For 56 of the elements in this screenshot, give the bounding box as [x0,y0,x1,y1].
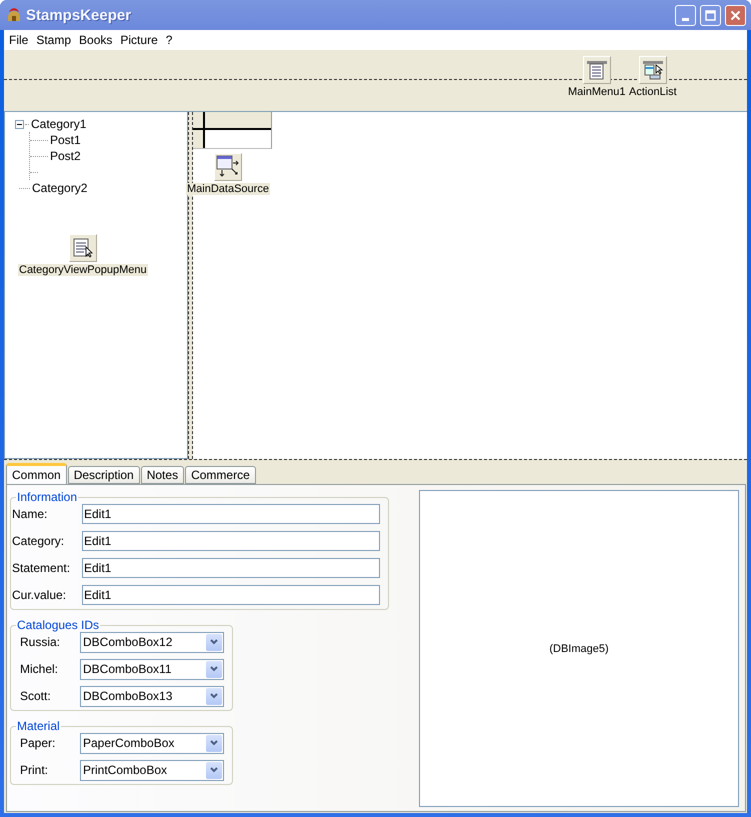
tab[interactable]: Notes [140,466,184,484]
text-field[interactable]: Edit1 [82,504,380,524]
menu-item[interactable]: Picture [116,33,162,47]
field-label: Cur.value: [12,588,68,602]
popup-menu-icon [72,237,94,259]
data-source-icon [216,155,240,179]
menu-item[interactable]: File [5,33,32,47]
component-icon-tile[interactable] [68,234,97,262]
menu-item[interactable]: Books [75,33,116,47]
field-label: Paper: [19,736,56,750]
group-title: Information [16,490,78,504]
menu-item[interactable]: Stamp [32,33,76,47]
component-label: MainMenu1 [567,86,626,98]
field-label: Category: [12,534,66,548]
field-label: Print: [19,763,50,777]
combo-box[interactable]: DBComboBox11 [80,658,224,680]
tree-item[interactable]: Category1 [29,117,88,131]
menu-component-icon [586,59,608,81]
menu-item[interactable]: ? [162,33,176,47]
tree-item[interactable]: Post1 [48,133,83,147]
component-label: CategoryViewPopupMenu [18,264,148,276]
helmet-icon [6,7,22,23]
text-field[interactable]: Edit1 [82,585,380,605]
combo-box[interactable]: PrintComboBox [80,760,224,780]
component-icon-tile[interactable] [638,56,667,84]
collapse-icon[interactable] [15,120,24,128]
group-title: Catalogues IDs [16,618,100,632]
tree-item[interactable]: Category2 [30,181,90,195]
combo-box[interactable]: PaperComboBox [80,732,224,754]
component-icon-tile[interactable] [582,56,611,84]
close-icon [730,10,741,20]
tab[interactable]: Common [6,463,67,484]
text-field[interactable]: Edit1 [82,558,380,578]
window-title: StampsKeeper [26,6,132,24]
text-field[interactable]: Edit1 [82,531,380,551]
component-label: MainDataSource [186,183,270,195]
component-icon-tile[interactable] [214,153,242,181]
maximize-icon [705,10,716,20]
action-list-icon [642,59,664,81]
field-label: Scott: [19,689,52,703]
minimize-icon [682,18,689,20]
image-caption: (DBImage5) [549,642,609,654]
field-label: Name: [12,507,48,521]
combo-box[interactable]: DBComboBox12 [80,632,224,652]
minimize-button[interactable] [675,4,696,26]
combo-box[interactable]: DBComboBox13 [80,686,224,706]
component-label: ActionList [628,86,678,98]
field-label: Statement: [12,561,72,575]
group-title: Material [16,719,61,733]
tree-item[interactable]: Post2 [48,149,83,163]
tab[interactable]: Commerce [185,466,256,484]
maximize-button[interactable] [700,4,721,26]
close-button[interactable] [725,4,746,26]
tab[interactable]: Description [68,466,140,484]
field-label: Russia: [19,635,62,649]
field-label: Michel: [19,662,60,676]
